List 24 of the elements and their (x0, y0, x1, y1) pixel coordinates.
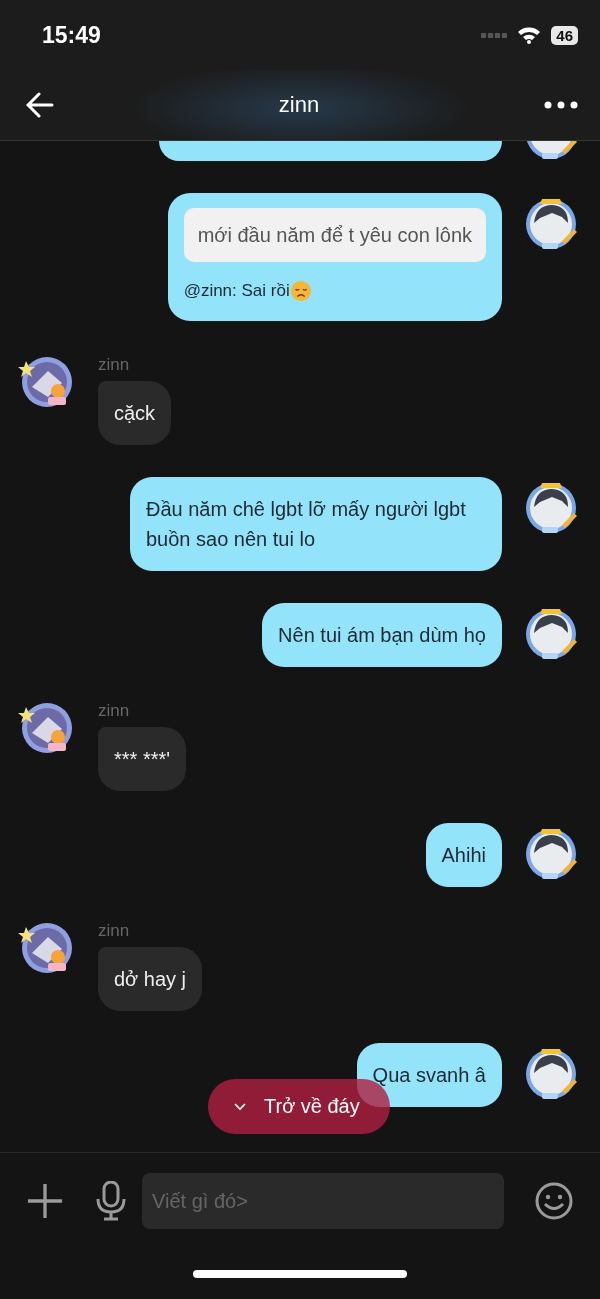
message-bubble: Đầu năm chê lgbt lỡ mấy người lgbt buồn sao nên tui lo (130, 477, 502, 571)
battery-indicator: 46 (551, 25, 578, 45)
quoted-message: mới đầu năm để t yêu con lônk (183, 208, 486, 262)
signal-icon (481, 31, 508, 39)
wifi-icon (517, 26, 542, 44)
message-input[interactable]: Viết gì đó> (142, 1173, 504, 1229)
status-time: 15:49 (42, 21, 101, 49)
sender-name: zinn (98, 921, 131, 941)
message-bubble: Nên tui ám bạn dùm họ (262, 603, 502, 667)
message-text: @zinn: Sai rồi (183, 280, 290, 302)
message-bubble: Ahihi (425, 823, 502, 887)
sad-emoji-icon (289, 280, 312, 302)
message-bubble: *** ***' (98, 727, 187, 791)
chevron-down-icon (234, 1102, 246, 1111)
chat-title: zinn (278, 92, 320, 118)
sender-name: zinn (98, 355, 131, 375)
sender-name: zinn (98, 701, 131, 721)
add-icon[interactable] (26, 1182, 64, 1220)
message-bubble: cặck (98, 381, 172, 445)
microphone-icon[interactable] (96, 1181, 126, 1221)
emoji-icon[interactable] (534, 1181, 574, 1221)
back-arrow-icon[interactable] (26, 91, 54, 119)
more-icon[interactable] (544, 101, 578, 109)
message-bubble: dở hay j (98, 947, 203, 1011)
